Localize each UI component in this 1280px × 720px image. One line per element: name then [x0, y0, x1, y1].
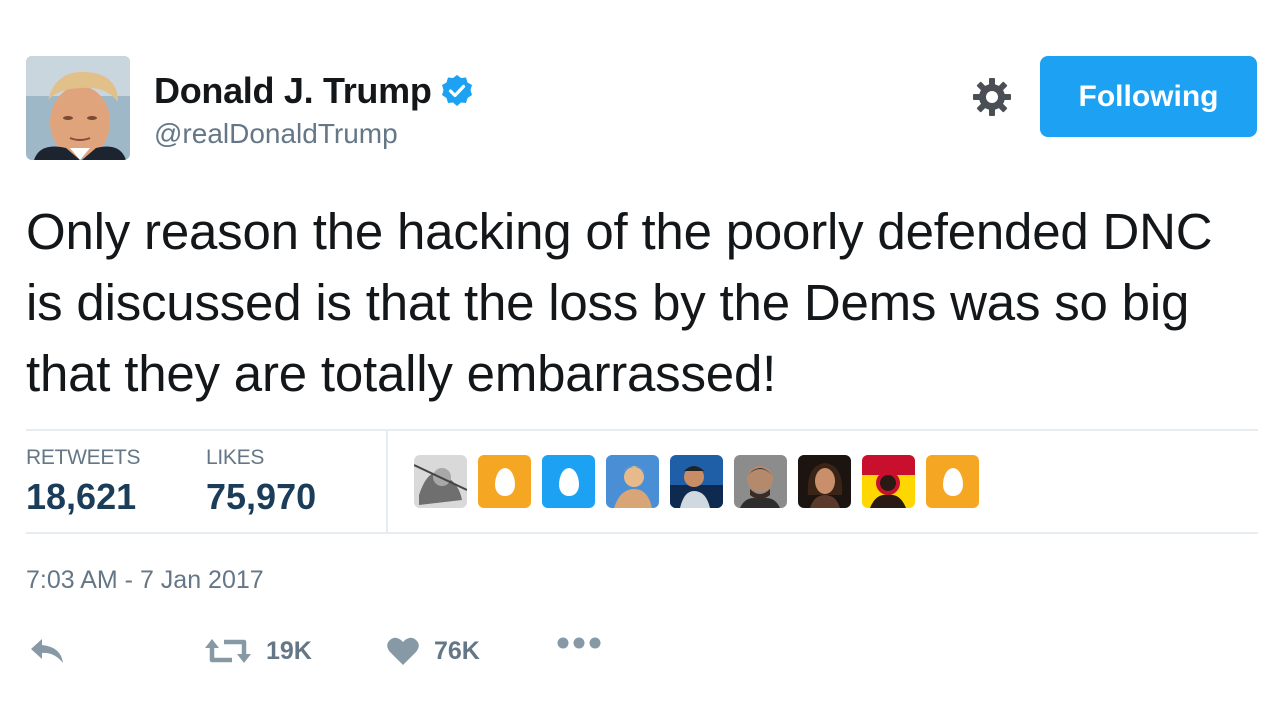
liker-avatar[interactable] [414, 455, 467, 508]
author-avatar[interactable] [26, 56, 130, 160]
stats-divider-top [26, 429, 1258, 431]
liker-avatar[interactable] [862, 455, 915, 508]
liker-avatar[interactable] [798, 455, 851, 508]
liker-avatar[interactable] [734, 455, 787, 508]
author-name[interactable]: Donald J. Trump [154, 70, 432, 112]
liker-avatar[interactable] [606, 455, 659, 508]
liker-egg-avatar[interactable] [478, 455, 531, 508]
liker-egg-avatar[interactable] [926, 455, 979, 508]
retweet-icon [204, 636, 252, 666]
author-handle[interactable]: @realDonaldTrump [154, 118, 398, 150]
more-button[interactable] [556, 636, 602, 650]
reply-button[interactable] [28, 636, 66, 666]
author-name-row[interactable]: Donald J. Trump [154, 70, 474, 112]
retweets-count: 18,621 [26, 476, 137, 517]
retweet-button[interactable]: 19K [204, 636, 312, 666]
like-button[interactable]: 76K [386, 636, 480, 666]
tweet-timestamp[interactable]: 7:03 AM - 7 Jan 2017 [26, 566, 264, 595]
like-count: 76K [434, 636, 480, 665]
liker-avatar[interactable] [670, 455, 723, 508]
liker-egg-avatar[interactable] [542, 455, 595, 508]
verified-badge-icon [440, 74, 474, 108]
stats-divider-bottom [26, 532, 1258, 534]
reply-icon [28, 636, 66, 666]
likers-avatars [414, 455, 979, 508]
gear-icon[interactable] [972, 77, 1012, 117]
retweets-label: RETWEETS [26, 446, 141, 469]
stats-separator [386, 431, 388, 532]
tweet-text: Only reason the hacking of the poorly de… [26, 203, 1213, 402]
likes-count: 75,970 [206, 476, 317, 517]
following-button[interactable]: Following [1040, 56, 1257, 137]
likes-stat[interactable]: LIKES 75,970 [206, 446, 316, 518]
heart-icon [386, 636, 420, 666]
retweets-stat[interactable]: RETWEETS 18,621 [26, 446, 141, 518]
likes-label: LIKES [206, 446, 265, 469]
tweet-card: Donald J. Trump @realDonaldTrump Followi… [0, 0, 1280, 720]
retweet-count: 19K [266, 636, 312, 665]
more-icon [556, 636, 602, 650]
